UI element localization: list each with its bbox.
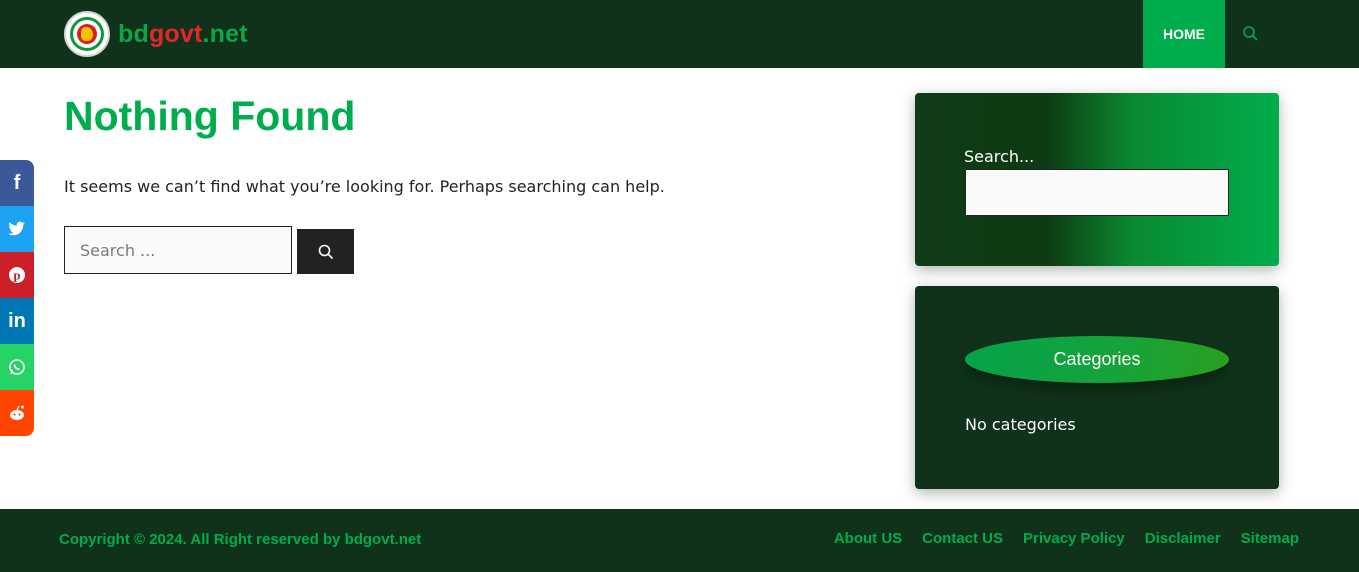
bangladesh-emblem-icon <box>64 11 110 57</box>
whatsapp-share-button[interactable] <box>0 344 34 390</box>
search-input[interactable] <box>64 226 292 274</box>
search-icon <box>318 244 333 259</box>
copyright-text: Copyright © 2024. All Right reserved by … <box>59 531 422 548</box>
no-categories-text: No categories <box>965 415 1076 434</box>
social-share-bar: f p in <box>0 160 34 436</box>
sidebar-categories-widget: Categories No categories <box>915 286 1279 489</box>
sidebar-search-input[interactable] <box>965 169 1229 216</box>
logo-text-net: .net <box>202 19 248 48</box>
site-header: bdgovt.net HOME <box>0 0 1359 68</box>
facebook-icon: f <box>13 171 21 194</box>
linkedin-icon: in <box>8 309 26 332</box>
sidebar-search-widget: Search... <box>915 93 1279 266</box>
logo-text-bd: bd <box>118 19 149 48</box>
not-found-message: It seems we can’t find what you’re looki… <box>64 177 665 196</box>
facebook-share-button[interactable]: f <box>0 160 34 206</box>
search-button[interactable] <box>297 229 354 274</box>
footer-link-disclaimer[interactable]: Disclaimer <box>1145 530 1221 547</box>
pinterest-icon: p <box>9 267 25 283</box>
linkedin-share-button[interactable]: in <box>0 298 34 344</box>
reddit-share-button[interactable] <box>0 390 34 436</box>
footer-link-about-us[interactable]: About US <box>834 530 902 547</box>
footer-link-sitemap[interactable]: Sitemap <box>1241 530 1299 547</box>
header-search-icon[interactable] <box>1241 24 1261 44</box>
footer-link-privacy-policy[interactable]: Privacy Policy <box>1023 530 1125 547</box>
pinterest-share-button[interactable]: p <box>0 252 34 298</box>
reddit-icon <box>10 405 24 420</box>
svg-text:p: p <box>13 268 20 283</box>
footer-link-contact-us[interactable]: Contact US <box>922 530 1003 547</box>
site-footer: Copyright © 2024. All Right reserved by … <box>0 509 1359 572</box>
twitter-icon <box>8 221 26 236</box>
logo-text-govt: govt <box>148 19 203 48</box>
footer-links: About US Contact US Privacy Policy Discl… <box>834 530 1299 547</box>
logo-text: bdgovt.net <box>118 20 248 49</box>
sidebar-search-label: Search... <box>964 147 1035 166</box>
site-logo[interactable]: bdgovt.net <box>64 11 248 57</box>
twitter-share-button[interactable] <box>0 206 34 252</box>
page-title: Nothing Found <box>64 93 356 139</box>
whatsapp-icon <box>9 359 25 375</box>
nav-home-link[interactable]: HOME <box>1143 0 1225 68</box>
categories-title: Categories <box>965 336 1229 383</box>
